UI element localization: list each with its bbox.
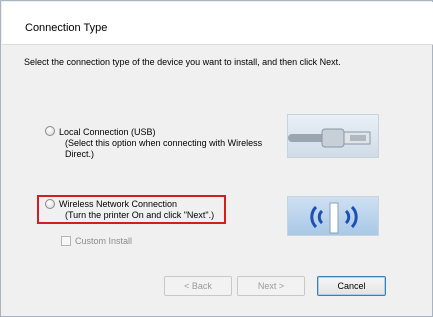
cancel-button[interactable]: Cancel <box>317 276 386 296</box>
local-connection-desc-line2: Direct.) <box>65 149 94 159</box>
dialog-header: Connection Type <box>2 2 433 45</box>
local-connection-desc-line1: (Select this option when connecting with… <box>65 138 263 148</box>
wireless-connection-desc: (Turn the printer On and click "Next".) <box>65 210 215 220</box>
custom-install-label: Custom Install <box>75 236 133 246</box>
wireless-connection-label[interactable]: Wireless Network Connection <box>59 199 177 210</box>
custom-install-checkbox[interactable] <box>61 236 71 246</box>
next-button[interactable]: Next > <box>237 276 305 296</box>
page-title: Connection Type <box>25 22 108 34</box>
instruction-text: Select the connection type of the device… <box>24 57 341 67</box>
usb-cable-icon <box>287 114 379 158</box>
local-connection-radio[interactable] <box>45 126 55 136</box>
wireless-signal-icon <box>287 196 379 236</box>
back-button[interactable]: < Back <box>164 276 232 296</box>
local-connection-label[interactable]: Local Connection (USB) <box>59 127 156 138</box>
installer-dialog: Connection Type Select the connection ty… <box>0 0 433 317</box>
wireless-connection-radio[interactable] <box>45 199 55 209</box>
